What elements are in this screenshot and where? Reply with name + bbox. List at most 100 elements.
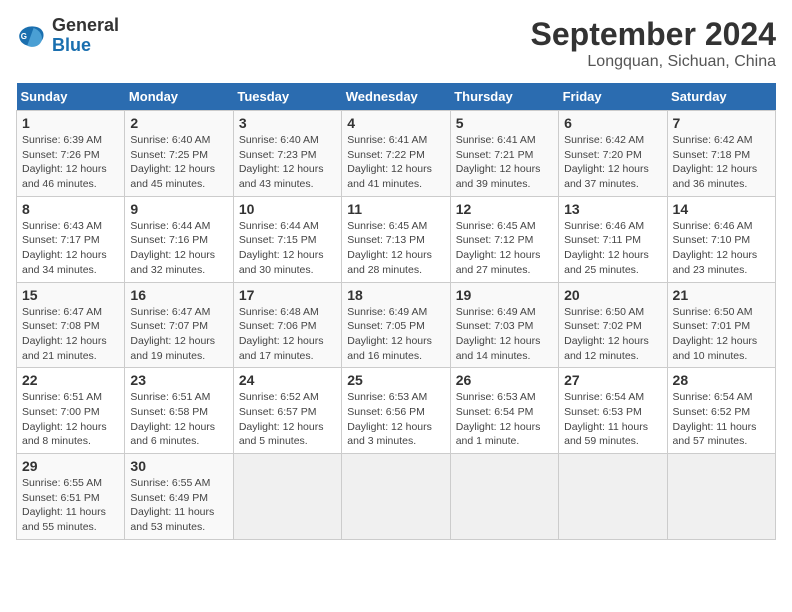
day-number: 10 [239,201,336,217]
col-wednesday: Wednesday [342,83,450,111]
calendar-row: 15 Sunrise: 6:47 AMSunset: 7:08 PMDayligh… [17,282,776,368]
calendar-cell: 30 Sunrise: 6:55 AMSunset: 6:49 PMDayligh… [125,454,233,540]
day-number: 15 [22,287,119,303]
day-number: 16 [130,287,227,303]
calendar-row: 8 Sunrise: 6:43 AMSunset: 7:17 PMDaylight… [17,196,776,282]
calendar-cell-empty [450,454,558,540]
day-number: 25 [347,372,444,388]
calendar-cell: 12 Sunrise: 6:45 AMSunset: 7:12 PMDayligh… [450,196,558,282]
calendar-cell: 26Sunrise: 6:53 AMSunset: 6:54 PMDayligh… [450,368,558,454]
day-number: 9 [130,201,227,217]
calendar-cell-empty [233,454,341,540]
calendar-cell: 25 Sunrise: 6:53 AMSunset: 6:56 PMDayligh… [342,368,450,454]
day-info: Sunrise: 6:41 AMSunset: 7:22 PMDaylight:… [347,133,444,192]
day-number: 17 [239,287,336,303]
day-number: 29 [22,458,119,474]
calendar-cell: 18 Sunrise: 6:49 AMSunset: 7:05 PMDayligh… [342,282,450,368]
calendar-cell: 11 Sunrise: 6:45 AMSunset: 7:13 PMDayligh… [342,196,450,282]
calendar-cell: 9Sunrise: 6:44 AMSunset: 7:16 PMDaylight… [125,196,233,282]
day-number: 4 [347,115,444,131]
day-info: Sunrise: 6:51 AMSunset: 7:00 PMDaylight:… [22,390,119,449]
day-info: Sunrise: 6:45 AMSunset: 7:12 PMDaylight:… [456,219,553,278]
day-info: Sunrise: 6:42 AMSunset: 7:20 PMDaylight:… [564,133,661,192]
day-info: Sunrise: 6:46 AMSunset: 7:10 PMDaylight:… [673,219,770,278]
calendar-cell: 23 Sunrise: 6:51 AMSunset: 6:58 PMDayligh… [125,368,233,454]
day-info: Sunrise: 6:40 AMSunset: 7:25 PMDaylight:… [130,133,227,192]
day-number: 23 [130,372,227,388]
day-info: Sunrise: 6:52 AMSunset: 6:57 PMDaylight:… [239,390,336,449]
calendar-row: 29 Sunrise: 6:55 AMSunset: 6:51 PMDayligh… [17,454,776,540]
day-info: Sunrise: 6:54 AMSunset: 6:53 PMDaylight:… [564,390,661,449]
day-number: 19 [456,287,553,303]
page-title: September 2024 [531,16,776,53]
day-info: Sunrise: 6:55 AMSunset: 6:51 PMDaylight:… [22,476,119,535]
day-number: 8 [22,201,119,217]
calendar-cell: 13Sunrise: 6:46 AMSunset: 7:11 PMDayligh… [559,196,667,282]
day-number: 1 [22,115,119,131]
calendar-cell: 28 Sunrise: 6:54 AMSunset: 6:52 PMDayligh… [667,368,775,454]
calendar-cell-empty [667,454,775,540]
calendar-cell: 7Sunrise: 6:42 AMSunset: 7:18 PMDaylight… [667,111,775,197]
col-saturday: Saturday [667,83,775,111]
calendar-cell: 21 Sunrise: 6:50 AMSunset: 7:01 PMDayligh… [667,282,775,368]
calendar-row: 1 Sunrise: 6:39 AMSunset: 7:26 PMDaylight… [17,111,776,197]
logo-line1: General [52,16,119,36]
day-info: Sunrise: 6:43 AMSunset: 7:17 PMDaylight:… [22,219,119,278]
calendar-cell: 15 Sunrise: 6:47 AMSunset: 7:08 PMDayligh… [17,282,125,368]
calendar-cell: 14Sunrise: 6:46 AMSunset: 7:10 PMDayligh… [667,196,775,282]
day-info: Sunrise: 6:39 AMSunset: 7:26 PMDaylight:… [22,133,119,192]
day-info: Sunrise: 6:53 AMSunset: 6:56 PMDaylight:… [347,390,444,449]
day-info: Sunrise: 6:53 AMSunset: 6:54 PMDaylight:… [456,390,553,449]
calendar-cell: 27 Sunrise: 6:54 AMSunset: 6:53 PMDayligh… [559,368,667,454]
day-number: 12 [456,201,553,217]
calendar-cell: 8 Sunrise: 6:43 AMSunset: 7:17 PMDaylight… [17,196,125,282]
col-friday: Friday [559,83,667,111]
day-number: 2 [130,115,227,131]
day-number: 18 [347,287,444,303]
calendar-cell: 20Sunrise: 6:50 AMSunset: 7:02 PMDayligh… [559,282,667,368]
day-info: Sunrise: 6:51 AMSunset: 6:58 PMDaylight:… [130,390,227,449]
calendar-cell: 5 Sunrise: 6:41 AMSunset: 7:21 PMDaylight… [450,111,558,197]
calendar-cell: 17Sunrise: 6:48 AMSunset: 7:06 PMDayligh… [233,282,341,368]
day-info: Sunrise: 6:42 AMSunset: 7:18 PMDaylight:… [673,133,770,192]
day-number: 27 [564,372,661,388]
calendar-cell-empty [342,454,450,540]
calendar-cell: 3Sunrise: 6:40 AMSunset: 7:23 PMDaylight… [233,111,341,197]
calendar-cell: 1 Sunrise: 6:39 AMSunset: 7:26 PMDaylight… [17,111,125,197]
col-thursday: Thursday [450,83,558,111]
day-number: 11 [347,201,444,217]
page-header: G General Blue September 2024 Longquan, … [16,16,776,71]
calendar-cell: 2 Sunrise: 6:40 AMSunset: 7:25 PMDaylight… [125,111,233,197]
day-number: 22 [22,372,119,388]
day-number: 20 [564,287,661,303]
day-info: Sunrise: 6:47 AMSunset: 7:08 PMDaylight:… [22,305,119,364]
svg-text:G: G [21,32,27,41]
day-info: Sunrise: 6:54 AMSunset: 6:52 PMDaylight:… [673,390,770,449]
col-monday: Monday [125,83,233,111]
page-subtitle: Longquan, Sichuan, China [531,53,776,71]
day-number: 5 [456,115,553,131]
day-info: Sunrise: 6:45 AMSunset: 7:13 PMDaylight:… [347,219,444,278]
day-info: Sunrise: 6:40 AMSunset: 7:23 PMDaylight:… [239,133,336,192]
calendar-cell-empty [559,454,667,540]
title-block: September 2024 Longquan, Sichuan, China [531,16,776,71]
calendar-cell: 16 Sunrise: 6:47 AMSunset: 7:07 PMDayligh… [125,282,233,368]
col-sunday: Sunday [17,83,125,111]
day-info: Sunrise: 6:49 AMSunset: 7:03 PMDaylight:… [456,305,553,364]
logo-line2: Blue [52,36,119,56]
day-number: 28 [673,372,770,388]
day-number: 21 [673,287,770,303]
logo: G General Blue [16,16,119,56]
calendar-cell: 19 Sunrise: 6:49 AMSunset: 7:03 PMDayligh… [450,282,558,368]
day-info: Sunrise: 6:55 AMSunset: 6:49 PMDaylight:… [130,476,227,535]
logo-icon: G [16,20,48,52]
day-number: 30 [130,458,227,474]
day-info: Sunrise: 6:41 AMSunset: 7:21 PMDaylight:… [456,133,553,192]
col-tuesday: Tuesday [233,83,341,111]
calendar-cell: 4 Sunrise: 6:41 AMSunset: 7:22 PMDaylight… [342,111,450,197]
day-info: Sunrise: 6:50 AMSunset: 7:01 PMDaylight:… [673,305,770,364]
day-info: Sunrise: 6:47 AMSunset: 7:07 PMDaylight:… [130,305,227,364]
calendar-cell: 6Sunrise: 6:42 AMSunset: 7:20 PMDaylight… [559,111,667,197]
day-info: Sunrise: 6:49 AMSunset: 7:05 PMDaylight:… [347,305,444,364]
calendar-cell: 22 Sunrise: 6:51 AMSunset: 7:00 PMDayligh… [17,368,125,454]
